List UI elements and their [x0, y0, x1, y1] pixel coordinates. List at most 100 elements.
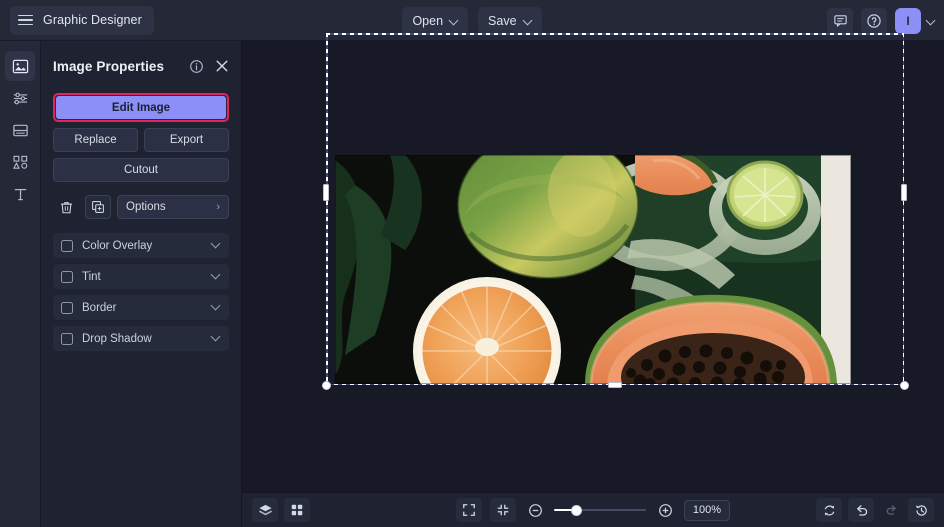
panel-header: Image Properties	[53, 53, 229, 79]
history-button[interactable]	[908, 498, 934, 522]
open-button-label: Open	[412, 14, 443, 28]
fit-to-screen-icon	[496, 503, 510, 517]
accordion-color-overlay[interactable]: Color Overlay	[53, 233, 229, 258]
chevron-down-icon[interactable]	[212, 272, 221, 281]
design-canvas[interactable]	[242, 41, 944, 492]
sidebar-item-adjustments[interactable]	[5, 83, 35, 113]
sidebar-item-image[interactable]	[5, 51, 35, 81]
comment-button[interactable]	[827, 8, 853, 34]
sidebar-item-shapes[interactable]	[5, 147, 35, 177]
layers-icon	[258, 503, 273, 518]
tint-label: Tint	[82, 271, 212, 283]
image-properties-panel: Image Properties Edit Image Replace	[41, 41, 242, 527]
color-overlay-checkbox[interactable]	[61, 240, 73, 252]
export-button[interactable]: Export	[144, 128, 229, 152]
save-button[interactable]: Save	[478, 7, 542, 34]
effects-accordion-list: Color Overlay Tint Border Drop Shadow	[53, 233, 229, 351]
account-chevron-down-icon[interactable]	[927, 17, 935, 25]
replace-button[interactable]: Replace	[53, 128, 138, 152]
zoom-in-button[interactable]	[654, 499, 676, 521]
duplicate-icon	[91, 200, 105, 214]
options-button[interactable]: Options ›	[117, 195, 229, 219]
tint-checkbox[interactable]	[61, 271, 73, 283]
help-circle-icon	[866, 13, 882, 29]
resize-handle-middle-left[interactable]	[323, 184, 329, 201]
fullscreen-button[interactable]	[456, 498, 482, 522]
undo-icon	[854, 503, 869, 518]
redo-icon	[884, 502, 899, 517]
refresh-icon	[822, 503, 837, 518]
open-button[interactable]: Open	[402, 7, 468, 34]
selection-edge-right	[903, 33, 905, 385]
color-overlay-label: Color Overlay	[82, 240, 212, 252]
resize-handle-bottom-center[interactable]	[608, 382, 622, 388]
history-icon	[914, 503, 929, 518]
border-checkbox[interactable]	[61, 302, 73, 314]
text-icon	[12, 186, 29, 203]
accordion-border[interactable]: Border	[53, 295, 229, 320]
accordion-tint[interactable]: Tint	[53, 264, 229, 289]
zoom-level-input[interactable]: 100%	[684, 500, 730, 521]
drop-shadow-checkbox[interactable]	[61, 333, 73, 345]
drop-shadow-label: Drop Shadow	[82, 333, 212, 345]
zoom-out-icon	[528, 503, 543, 518]
zoom-in-icon	[658, 503, 673, 518]
help-button[interactable]	[861, 8, 887, 34]
delete-button[interactable]	[53, 195, 79, 219]
zoom-level-value: 100%	[693, 504, 721, 516]
edit-image-button[interactable]: Edit Image	[56, 96, 226, 119]
resize-handle-bottom-right[interactable]	[900, 381, 909, 390]
cutout-label: Cutout	[124, 164, 158, 176]
comment-icon	[833, 13, 848, 28]
layers-button[interactable]	[252, 498, 278, 522]
sliders-icon	[12, 90, 29, 107]
duplicate-button[interactable]	[85, 195, 111, 219]
fullscreen-icon	[462, 503, 476, 517]
edit-image-highlight: Edit Image	[53, 93, 229, 122]
accordion-drop-shadow[interactable]: Drop Shadow	[53, 326, 229, 351]
sidebar-item-text[interactable]	[5, 179, 35, 209]
grid-button[interactable]	[284, 498, 310, 522]
user-avatar[interactable]: I	[895, 8, 921, 34]
chevron-down-icon[interactable]	[212, 241, 221, 250]
replace-label: Replace	[74, 134, 116, 146]
sidebar-item-layout[interactable]	[5, 115, 35, 145]
fit-to-screen-button[interactable]	[490, 498, 516, 522]
brand-menu-button[interactable]: Graphic Designer	[10, 6, 154, 35]
chevron-down-icon	[524, 17, 532, 25]
info-circle-icon[interactable]	[189, 59, 204, 74]
app-root: Graphic Designer Open Save	[0, 0, 944, 527]
object-tools-row: Options ›	[53, 195, 229, 219]
selection-edge-left	[326, 33, 328, 385]
options-label: Options	[126, 201, 166, 213]
zoom-slider[interactable]	[554, 504, 646, 516]
image-selection-box[interactable]	[326, 33, 904, 385]
trash-icon	[59, 200, 74, 215]
image-icon	[12, 58, 29, 75]
cutout-button[interactable]: Cutout	[53, 158, 229, 182]
bottom-right-tools	[816, 498, 934, 522]
shapes-icon	[12, 154, 29, 171]
chevron-down-icon[interactable]	[212, 303, 221, 312]
edit-image-label: Edit Image	[112, 102, 170, 114]
bottom-left-tools	[252, 498, 310, 522]
app-title: Graphic Designer	[43, 13, 142, 27]
redo-button[interactable]	[880, 498, 902, 520]
border-label: Border	[82, 302, 212, 314]
chevron-right-icon: ›	[216, 201, 220, 213]
chevron-down-icon	[450, 17, 458, 25]
resize-handle-middle-right[interactable]	[901, 184, 907, 201]
left-tool-rail	[0, 41, 41, 527]
close-icon[interactable]	[215, 59, 229, 73]
resize-handle-bottom-left[interactable]	[322, 381, 331, 390]
grid-icon	[290, 503, 304, 517]
undo-button[interactable]	[848, 498, 874, 522]
chevron-down-icon[interactable]	[212, 334, 221, 343]
save-button-label: Save	[488, 14, 517, 28]
bottom-toolbar: 100%	[242, 492, 944, 527]
refresh-button[interactable]	[816, 498, 842, 522]
zoom-out-button[interactable]	[524, 499, 546, 521]
replace-export-row: Replace Export	[53, 128, 229, 152]
hamburger-menu-icon[interactable]	[18, 15, 33, 26]
zoom-slider-handle[interactable]	[571, 505, 582, 516]
